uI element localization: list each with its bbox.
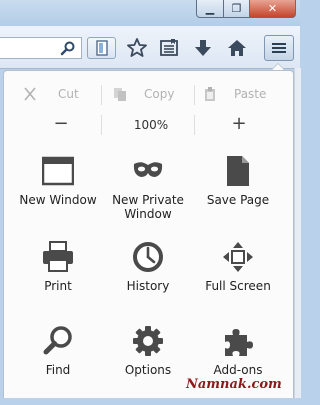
history-label: History (126, 279, 170, 293)
paste-label: Paste (234, 87, 267, 101)
download-icon[interactable] (192, 37, 214, 59)
reader-view-button[interactable] (87, 37, 116, 59)
open-menu-button[interactable] (264, 35, 294, 61)
new-private-window-button[interactable]: New Private Window (102, 155, 194, 235)
printer-icon (43, 241, 73, 272)
copy-icon (114, 88, 126, 101)
clipboard-icon (205, 87, 215, 101)
divider (101, 115, 102, 135)
cut-button[interactable]: Cut (16, 83, 96, 107)
menu-panel: Cut Copy Paste − 100% + New Window New P… (3, 70, 294, 398)
options-label: Options (124, 363, 172, 377)
copy-label: Copy (144, 87, 175, 101)
watermark-text: Namnak.com (186, 377, 282, 392)
bookmarks-list-icon[interactable] (158, 37, 180, 59)
fullscreen-icon (223, 242, 253, 272)
zoom-controls: − 100% + (16, 115, 281, 135)
paste-button[interactable]: Paste (198, 83, 281, 107)
magnifier-icon (43, 326, 72, 355)
maximize-icon: ❐ (231, 2, 242, 15)
gear-icon (133, 326, 163, 356)
new-window-button[interactable]: New Window (12, 155, 104, 235)
close-button[interactable]: ✕ (250, 0, 296, 18)
clock-icon (133, 242, 163, 272)
divider (101, 85, 102, 105)
maximize-button[interactable]: ❐ (224, 0, 250, 18)
private-mask-icon (133, 162, 163, 177)
cut-label: Cut (58, 87, 79, 101)
minimize-button[interactable]: ▁ (196, 0, 224, 18)
full-screen-label: Full Screen (205, 279, 271, 293)
print-label: Print (44, 279, 72, 293)
find-button[interactable]: Find (12, 325, 104, 405)
add-ons-button[interactable]: Add-ons (192, 325, 284, 405)
options-button[interactable]: Options (102, 325, 194, 405)
save-page-label: Save Page (206, 193, 270, 207)
puzzle-icon (225, 329, 253, 356)
add-ons-label: Add-ons (213, 363, 263, 377)
new-window-icon (42, 156, 74, 186)
minimize-icon: ▁ (205, 2, 215, 15)
find-label: Find (45, 363, 71, 377)
search-icon[interactable] (60, 40, 76, 56)
save-page-button[interactable]: Save Page (192, 155, 284, 235)
zoom-reset-button[interactable]: 100% (116, 118, 186, 132)
divider (194, 115, 195, 135)
edit-controls: Cut Copy Paste (16, 83, 281, 107)
search-input[interactable] (0, 37, 82, 59)
scissors-icon (24, 87, 36, 101)
navigation-toolbar (0, 26, 300, 69)
bookmark-star-icon[interactable] (126, 37, 148, 59)
divider (194, 85, 195, 105)
window-titlebar: ▁ ❐ ✕ (0, 0, 300, 26)
copy-button[interactable]: Copy (106, 83, 191, 107)
history-button[interactable]: History (102, 241, 194, 321)
new-private-window-label: New Private Window (112, 193, 184, 221)
reader-view-icon (96, 40, 108, 56)
page-scrollbar[interactable] (294, 68, 301, 398)
save-page-icon (227, 156, 249, 186)
zoom-in-button[interactable]: + (224, 115, 254, 135)
close-icon: ✕ (267, 2, 278, 15)
home-icon[interactable] (226, 37, 248, 59)
print-button[interactable]: Print (12, 241, 104, 321)
new-window-label: New Window (19, 193, 97, 207)
zoom-out-button[interactable]: − (46, 115, 76, 135)
full-screen-button[interactable]: Full Screen (192, 241, 284, 321)
